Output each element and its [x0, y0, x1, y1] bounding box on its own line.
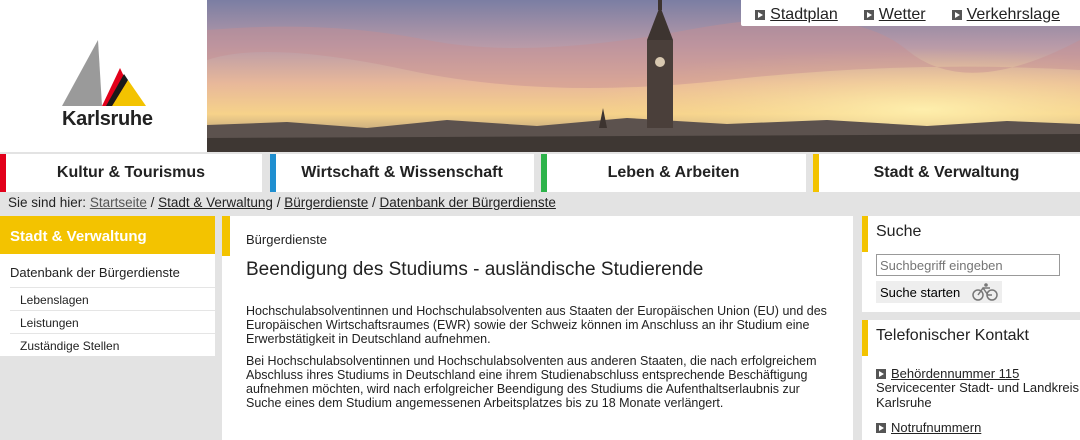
breadcrumb: Sie sind hier: Startseite / Stadt & Verw… — [8, 195, 556, 210]
nav-wirtschaft-wissenschaft[interactable]: Wirtschaft & Wissenschaft — [270, 154, 534, 192]
nav-kultur-tourismus[interactable]: Kultur & Tourismus — [0, 154, 262, 192]
page-title: Beendigung des Studiums - ausländische S… — [246, 259, 704, 280]
section-kicker: Bürgerdienste — [246, 232, 327, 247]
search-button[interactable]: Suche starten — [876, 281, 1003, 303]
nav-color-bar — [0, 154, 6, 192]
nav-stadt-verwaltung[interactable]: Stadt & Verwaltung — [813, 154, 1080, 192]
wetter-link[interactable]: Wetter — [863, 4, 926, 26]
breadcrumb-datenbank[interactable]: Datenbank der Bürgerdienste — [380, 195, 556, 210]
search-heading: Suche — [876, 223, 922, 240]
logo[interactable]: Karlsruhe — [0, 0, 207, 152]
paragraph: Bei Hochschulabsolventinnen und Hochschu… — [246, 354, 817, 410]
accent-bar — [222, 216, 230, 256]
accent-bar — [862, 216, 868, 252]
top-links: Stadtplan Wetter Verkehrslage — [741, 0, 1080, 26]
sidebar-item-lebenslagen[interactable]: Lebenslagen — [10, 287, 215, 310]
accent-bar — [862, 320, 868, 356]
search-panel: Suche Suche starten — [862, 216, 1080, 312]
notrufnummern-link[interactable]: Notrufnummern — [876, 420, 981, 435]
breadcrumb-startseite[interactable]: Startseite — [90, 195, 147, 210]
cyclist-icon — [972, 283, 998, 301]
nav-color-bar — [270, 154, 276, 192]
main-content: Bürgerdienste Beendigung des Studiums - … — [222, 216, 853, 440]
nav-leben-arbeiten[interactable]: Leben & Arbeiten — [541, 154, 806, 192]
nav-color-bar — [541, 154, 547, 192]
arrow-right-icon — [755, 10, 766, 20]
behoerdennummer-link[interactable]: Behördennummer 115 — [876, 366, 1019, 381]
paragraph: Hochschulabsolventinnen und Hochschulabs… — [246, 304, 827, 346]
header: Karlsruhe Stadtplan Wetter Verkehrslage — [0, 0, 1080, 152]
arrow-right-icon — [863, 10, 874, 20]
logo-text: Karlsruhe — [62, 108, 153, 130]
karlsruhe-logo-icon — [62, 40, 146, 106]
breadcrumb-buergerdienste[interactable]: Bürgerdienste — [284, 195, 368, 210]
left-sidebar: Stadt & Verwaltung Datenbank der Bürgerd… — [0, 216, 215, 356]
stadtplan-link[interactable]: Stadtplan — [755, 4, 838, 26]
sidebar-header[interactable]: Stadt & Verwaltung — [0, 216, 215, 254]
sidebar-item-leistungen[interactable]: Leistungen — [10, 310, 215, 333]
arrow-right-icon — [876, 422, 886, 433]
city-banner-image: Stadtplan Wetter Verkehrslage — [207, 0, 1080, 152]
article-body: Hochschulabsolventinnen und Hochschulabs… — [246, 304, 836, 418]
main-nav: Kultur & Tourismus Wirtschaft & Wissensc… — [0, 152, 1080, 192]
breadcrumb-stadt-verwaltung[interactable]: Stadt & Verwaltung — [158, 195, 273, 210]
sidebar-item-datenbank[interactable]: Datenbank der Bürgerdienste — [0, 254, 215, 287]
phone-heading: Telefonischer Kontakt — [876, 327, 1029, 344]
nav-color-bar — [813, 154, 819, 192]
search-input[interactable] — [876, 254, 1060, 276]
verkehrslage-link[interactable]: Verkehrslage — [951, 4, 1060, 26]
arrow-right-icon — [876, 368, 886, 379]
phone-contact-panel: Telefonischer Kontakt Behördennummer 115… — [862, 320, 1080, 440]
sidebar-item-zustaendige-stellen[interactable]: Zuständige Stellen — [10, 333, 215, 356]
arrow-right-icon — [951, 10, 962, 20]
phone-description: Servicecenter Stadt- und Landkreis Karls… — [876, 380, 1080, 410]
